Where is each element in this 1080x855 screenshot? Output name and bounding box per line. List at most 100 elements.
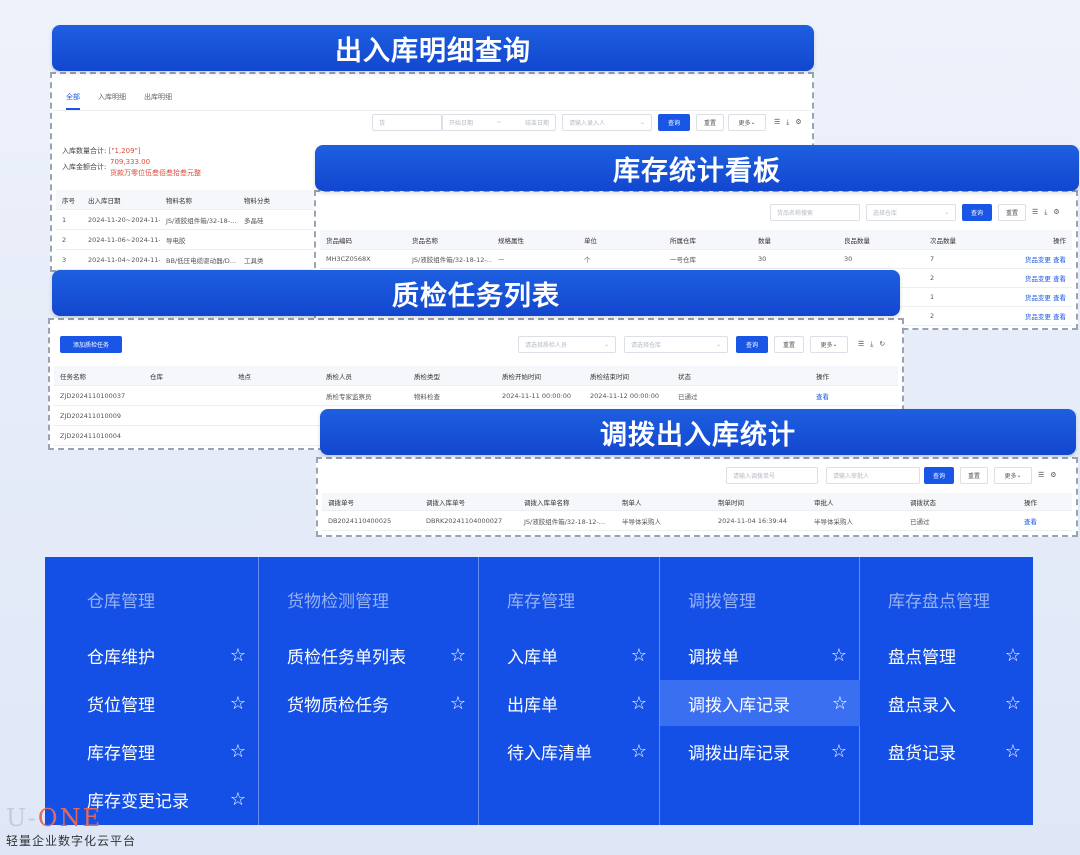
settings-icon[interactable]: ⚙ [795, 118, 801, 127]
inspector-select[interactable]: 请选择质检人员 ⌄ [518, 336, 616, 353]
qty-summary-value: ["1,209"] [108, 147, 141, 155]
date-range-input[interactable]: 开始日期 ~ 结束日期 [442, 114, 556, 131]
reset-button[interactable]: 重置 [774, 336, 804, 353]
star-outline-icon[interactable]: ☆ [631, 741, 647, 762]
col-end-time: 质检结束时间 [590, 372, 629, 381]
chevron-down-icon: ⌄ [1016, 472, 1022, 479]
col-status: 状态 [678, 372, 691, 381]
star-outline-icon[interactable]: ☆ [631, 645, 647, 666]
warehouse-select[interactable]: 请选择仓库 ⌄ [624, 336, 728, 353]
table-row[interactable]: 1 2024-11-20~2024-11-20 JS/液胶组件箱/32-18-…… [56, 210, 316, 230]
recorder-select[interactable]: 请输入录入人 ⌄ [562, 114, 652, 131]
menu-item[interactable]: 盘货记录 ☆ [860, 728, 1033, 774]
star-outline-icon[interactable]: ☆ [831, 741, 847, 762]
menu-item-active[interactable]: 调拨入库记录 ☆ [660, 680, 860, 726]
menu-item[interactable]: 货位管理 ☆ [45, 680, 258, 726]
menu-item[interactable]: 库存管理 ☆ [45, 728, 258, 774]
approver-input[interactable]: 请输入审批人 [826, 467, 920, 484]
col-ops: 操作 [1053, 236, 1066, 245]
star-outline-icon[interactable]: ☆ [230, 741, 246, 762]
view-link[interactable]: 查看 [810, 391, 898, 401]
add-qc-task-button[interactable]: 添加质检任务 [60, 336, 122, 353]
view-link[interactable]: 查看 [1053, 275, 1066, 283]
inspector-placeholder: 请选择质检人员 [525, 342, 568, 349]
query-button[interactable]: 查询 [736, 336, 768, 353]
download-icon[interactable]: ⤓ [870, 340, 873, 349]
star-outline-icon[interactable]: ☆ [450, 693, 466, 714]
menu-item[interactable]: 入库单 ☆ [479, 632, 659, 678]
table-row[interactable]: ZJD2024110100037 质检专家监察员 物料检查 2024-11-11… [54, 386, 898, 406]
star-outline-icon[interactable]: ☆ [631, 693, 647, 714]
table-row[interactable]: 2 2024-11-06~2024-11-11 导电胶 [56, 230, 316, 250]
col-ops: 操作 [1024, 498, 1037, 507]
download-icon[interactable]: ⤓ [786, 118, 789, 127]
menu-item[interactable]: 调拨出库记录 ☆ [660, 728, 859, 774]
filter-icon[interactable]: ☰ [774, 118, 780, 127]
tab-all[interactable]: 全部 [66, 92, 80, 110]
more-button[interactable]: 更多 ⌄ [994, 467, 1032, 484]
download-icon[interactable]: ⤓ [1044, 208, 1047, 217]
cell: 已通过 [910, 517, 930, 526]
settings-icon[interactable]: ⚙ [1050, 471, 1056, 479]
star-outline-icon[interactable]: ☆ [1005, 741, 1021, 762]
filter-icon[interactable]: ☰ [858, 340, 864, 349]
more-button[interactable]: 更多 ⌄ [810, 336, 848, 353]
query-button[interactable]: 查询 [924, 467, 954, 484]
view-link[interactable]: 查看 [1018, 516, 1072, 526]
tab-inbound-detail[interactable]: 入库明细 [98, 92, 126, 110]
filter-icon[interactable]: ☰ [1038, 471, 1044, 479]
menu-item[interactable]: 调拨单 ☆ [660, 632, 859, 678]
view-link[interactable]: 查看 [1053, 294, 1066, 302]
transfer-no-input[interactable]: 请输入调拨单号 [726, 467, 818, 484]
goods-code-input[interactable]: 货 [372, 114, 442, 131]
view-link[interactable]: 查看 [1053, 313, 1066, 321]
star-outline-icon[interactable]: ☆ [230, 789, 246, 810]
star-outline-icon[interactable]: ☆ [450, 645, 466, 666]
cell: 个 [584, 256, 591, 264]
more-button[interactable]: 更多 ⌄ [728, 114, 766, 131]
star-outline-icon[interactable]: ☆ [831, 645, 847, 666]
menu-item[interactable]: 盘点管理 ☆ [860, 632, 1033, 678]
goods-search-input[interactable]: 货品名称搜索 [770, 204, 860, 221]
star-outline-icon[interactable]: ☆ [1005, 645, 1021, 666]
table-row[interactable]: MH3CZ0568X JS/液胶组件箱/32-18-12-… — 个 一号仓库 … [320, 250, 1072, 269]
menu-item[interactable]: 质检任务单列表 ☆ [259, 632, 478, 678]
menu-item[interactable]: 货物质检任务 ☆ [259, 680, 478, 726]
menu-item[interactable]: 盘点录入 ☆ [860, 680, 1033, 726]
query-button[interactable]: 查询 [658, 114, 690, 131]
cell: 1 [62, 215, 67, 224]
refresh-icon[interactable]: ↻ [879, 340, 885, 349]
col-spec: 规格属性 [498, 236, 524, 245]
start-date-placeholder: 开始日期 [449, 120, 474, 127]
reset-button[interactable]: 重置 [696, 114, 724, 131]
goods-change-link[interactable]: 货品变更 [1025, 256, 1051, 264]
table-row[interactable]: DB2024110400025 DBRK20241104000027 JS/液胶… [322, 511, 1072, 531]
menu-col-title: 调拨管理 [688, 592, 756, 612]
goods-change-link[interactable]: 货品变更 [1025, 294, 1051, 302]
transfer-stats-banner: 调拨出入库统计 [320, 409, 1076, 455]
menu-item-label: 调拨出库记录 [688, 743, 790, 764]
star-outline-icon[interactable]: ☆ [1005, 693, 1021, 714]
goods-change-link[interactable]: 货品变更 [1025, 313, 1051, 321]
menu-item[interactable]: 仓库维护 ☆ [45, 632, 258, 678]
menu-item[interactable]: 出库单 ☆ [479, 680, 659, 726]
menu-item[interactable]: 待入库清单 ☆ [479, 728, 659, 774]
cell: 2024-11-06~2024-11-11 [88, 235, 160, 244]
goods-change-link[interactable]: 货品变更 [1025, 275, 1051, 283]
table-row[interactable]: 3 2024-11-04~2024-11-04 BB/低压电缆驱动器/D… 工具… [56, 250, 316, 270]
view-link[interactable]: 查看 [1053, 256, 1066, 264]
table-header: 货品编码 货品名称 规格属性 单位 所属仓库 数量 良品数量 次品数量 操作 [320, 230, 1072, 250]
settings-icon[interactable]: ⚙ [1053, 208, 1059, 217]
filter-icon[interactable]: ☰ [1032, 208, 1038, 217]
warehouse-select[interactable]: 选择仓库 ⌄ [866, 204, 956, 221]
reset-button[interactable]: 重置 [960, 467, 988, 484]
tab-outbound-detail[interactable]: 出库明细 [144, 92, 172, 110]
warehouse-placeholder: 选择仓库 [873, 210, 898, 217]
star-outline-icon[interactable]: ☆ [230, 645, 246, 666]
star-outline-icon[interactable]: ☆ [230, 693, 246, 714]
qty-summary: 入库数量合计: ["1,209"] [62, 146, 141, 156]
reset-button[interactable]: 重置 [998, 204, 1026, 221]
query-button[interactable]: 查询 [962, 204, 992, 221]
star-outline-icon[interactable]: ☆ [832, 693, 848, 714]
cell: 工具类 [244, 256, 264, 265]
